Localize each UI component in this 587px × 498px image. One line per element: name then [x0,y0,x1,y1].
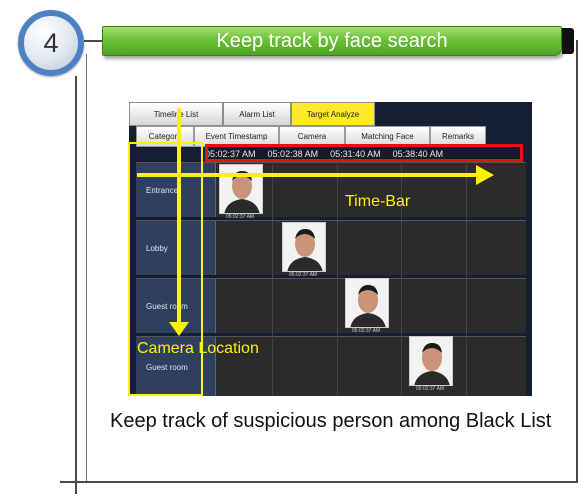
tab-timeline-list[interactable]: Timeline List [129,102,223,126]
face-thumbnail-4[interactable] [409,336,453,386]
down-arrow-shaft [177,108,181,326]
face-timestamp: 05:02:37 AM [226,214,255,220]
face-thumbnail-1[interactable] [219,164,263,214]
time-bar-label: Time-Bar [345,193,411,210]
title-banner-end-cap [562,28,574,54]
down-arrow-icon [169,322,189,336]
camera-location-label: Camera Location [137,340,259,357]
grid-divider [337,162,338,396]
step-number: 4 [43,27,59,58]
right-arrow-icon [476,165,494,185]
frame-bottom-line [60,481,578,483]
frame-top-line [84,40,102,42]
tab-alarm-list[interactable]: Alarm List [223,102,291,126]
face-timestamp: 05:02:37 AM [352,328,381,334]
face-thumbnail-2[interactable] [282,222,326,272]
timestamp-highlight-box [205,144,523,162]
face-timestamp: 05:02:37 AM [289,272,318,278]
frame-left-line [75,76,77,494]
frame-inner-left-line [86,54,87,482]
grid-divider [466,162,467,396]
step-number-badge: 4 [18,10,84,76]
caption-text: Keep track of suspicious person among Bl… [110,410,552,432]
tab-bar: Timeline List Alarm List Target Analyze [129,102,375,126]
title-banner: Keep track by face search [102,26,562,56]
right-arrow-shaft [137,173,477,177]
tab-target-analyze[interactable]: Target Analyze [291,102,375,126]
face-timestamp: 05:02:37 AM [416,386,445,392]
face-thumbnail-3[interactable] [345,278,389,328]
grid-divider [272,162,273,396]
title-text: Keep track by face search [216,29,448,52]
